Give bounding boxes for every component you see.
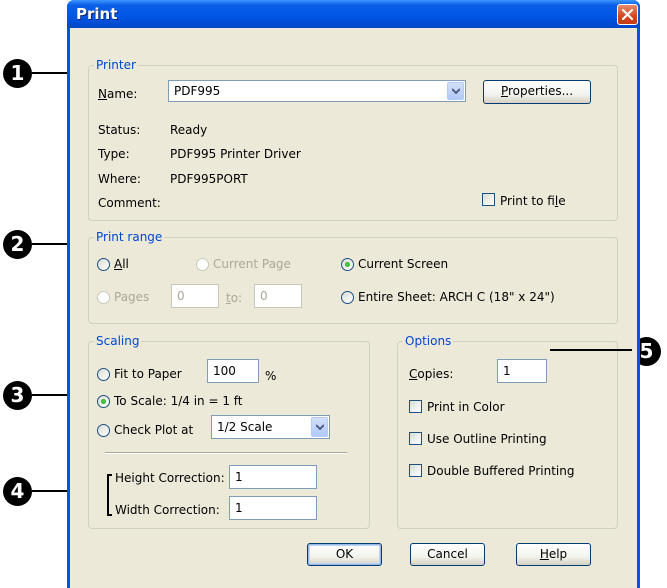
printer-name-value: PDF995 — [174, 84, 221, 98]
title-bar[interactable]: Print — [67, 0, 640, 28]
to-scale-label[interactable]: To Scale: 1/4 in = 1 ft — [114, 394, 243, 408]
where-value: PDF995PORT — [170, 172, 248, 186]
double-buffered-checkbox[interactable] — [409, 464, 422, 477]
print-dialog-window: Print Printer Name: PDF995 Properties...… — [67, 0, 640, 588]
radio-selected-dot — [101, 399, 106, 404]
use-outline-printing-checkbox[interactable] — [409, 432, 422, 445]
pages-to-label: to: — [226, 291, 243, 305]
callout-1: 1 — [3, 59, 32, 88]
height-correction-input[interactable]: 1 — [229, 465, 317, 489]
status-label: Status: — [98, 123, 141, 137]
range-pages-label[interactable]: Pages — [114, 290, 149, 304]
range-entire-sheet-radio[interactable] — [341, 291, 354, 304]
width-correction-label: Width Correction: — [115, 503, 220, 517]
check-plot-select[interactable]: 1/2 Scale — [211, 415, 330, 439]
options-legend: Options — [403, 334, 454, 348]
width-correction-input[interactable]: 1 — [229, 496, 317, 520]
scaling-separator-highlight — [105, 453, 347, 454]
double-buffered-label[interactable]: Double Buffered Printing — [427, 464, 574, 478]
callout-5-leader — [550, 349, 632, 351]
range-all-radio[interactable] — [97, 258, 110, 271]
callout-4: 4 — [3, 477, 32, 506]
window-title: Print — [76, 5, 118, 23]
print-in-color-checkbox[interactable] — [409, 400, 422, 413]
height-correction-label: Height Correction: — [115, 471, 225, 485]
print-range-group: Print range — [88, 230, 618, 324]
cancel-button[interactable]: Cancel — [410, 543, 485, 566]
printer-group-legend: Printer — [94, 58, 138, 72]
chevron-down-icon — [452, 88, 460, 94]
printer-name-select[interactable]: PDF995 — [168, 80, 466, 102]
print-to-file-label[interactable]: Print to file — [500, 194, 566, 208]
fit-to-paper-input[interactable]: 100 — [207, 359, 259, 383]
range-current-page-label[interactable]: Current Page — [213, 257, 291, 271]
type-value: PDF995 Printer Driver — [170, 147, 301, 161]
correction-bracket-top — [107, 474, 112, 476]
scaling-legend: Scaling — [94, 334, 142, 348]
pages-from-input[interactable]: 0 — [171, 284, 219, 308]
correction-bracket-bottom — [107, 514, 112, 516]
comment-label: Comment: — [98, 196, 161, 210]
to-scale-radio[interactable] — [97, 395, 110, 408]
copies-label: Copies: — [409, 367, 454, 381]
print-to-file-checkbox[interactable] — [482, 193, 495, 206]
copies-input[interactable]: 1 — [497, 359, 547, 383]
close-icon — [622, 9, 633, 20]
check-plot-radio[interactable] — [97, 424, 110, 437]
radio-selected-dot — [345, 262, 350, 267]
printer-name-label: Name: — [98, 87, 138, 101]
where-label: Where: — [98, 172, 141, 186]
check-plot-value: 1/2 Scale — [217, 420, 273, 434]
range-all-label[interactable]: All — [114, 257, 129, 271]
range-current-screen-label[interactable]: Current Screen — [358, 257, 448, 271]
close-button[interactable] — [617, 4, 638, 25]
check-plot-label[interactable]: Check Plot at — [114, 423, 193, 437]
callout-2: 2 — [3, 230, 32, 259]
dialog-client-area: Printer Name: PDF995 Properties... Statu… — [70, 28, 637, 588]
correction-bracket — [107, 474, 109, 516]
printer-dropdown-button[interactable] — [447, 82, 464, 100]
percent-label: % — [265, 369, 277, 383]
print-range-legend: Print range — [94, 230, 165, 244]
range-pages-radio[interactable] — [97, 291, 110, 304]
fit-to-paper-label[interactable]: Fit to Paper — [114, 367, 182, 381]
type-label: Type: — [98, 147, 130, 161]
callout-3: 3 — [3, 381, 32, 410]
pages-to-input[interactable]: 0 — [254, 284, 302, 308]
range-current-screen-radio[interactable] — [341, 258, 354, 271]
range-entire-sheet-label[interactable]: Entire Sheet: ARCH C (18" x 24") — [358, 290, 555, 304]
range-current-page-radio[interactable] — [196, 258, 209, 271]
ok-button[interactable]: OK — [307, 543, 382, 566]
fit-to-paper-radio[interactable] — [97, 368, 110, 381]
properties-button[interactable]: Properties... — [483, 80, 591, 104]
status-value: Ready — [170, 123, 208, 137]
print-in-color-label[interactable]: Print in Color — [427, 400, 505, 414]
use-outline-printing-label[interactable]: Use Outline Printing — [427, 432, 547, 446]
check-plot-dropdown-button[interactable] — [311, 417, 328, 437]
chevron-down-icon — [316, 424, 324, 430]
help-button[interactable]: Help — [516, 543, 591, 566]
